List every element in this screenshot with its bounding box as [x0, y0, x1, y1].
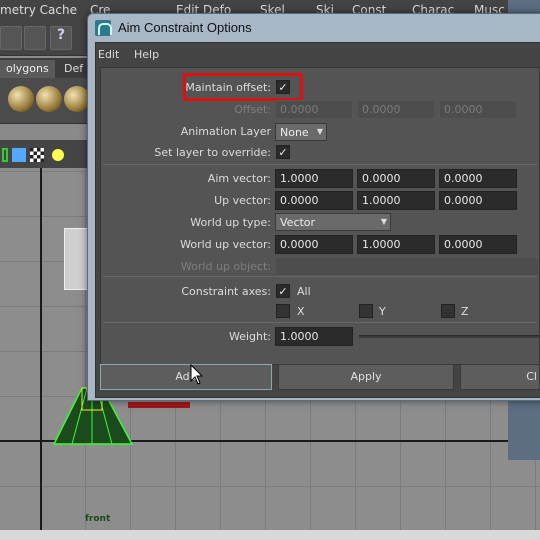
world-up-vector-label: World up vector: [180, 238, 271, 251]
taskbar-strip [0, 530, 540, 540]
maya-app-icon [95, 20, 112, 36]
menu-edit[interactable]: Edit [98, 48, 119, 61]
help-icon[interactable]: ? [50, 26, 72, 50]
chevron-down-icon: ▼ [380, 217, 387, 226]
divider [103, 276, 537, 277]
world-up-vector-x-field[interactable]: 0.0000 [275, 235, 353, 254]
aim-arrow [128, 402, 190, 408]
divider [103, 322, 537, 323]
up-vector-label: Up vector: [214, 194, 271, 207]
divider [103, 164, 537, 165]
set-layer-checkbox[interactable]: ✓ [276, 145, 290, 159]
dialog-titlebar[interactable]: Aim Constraint Options [88, 14, 540, 42]
up-vector-z-field[interactable]: 0.0000 [439, 191, 517, 210]
checker-icon[interactable] [30, 148, 44, 162]
axis-x-checkbox[interactable] [276, 304, 290, 318]
wireframe-icon[interactable] [2, 148, 8, 162]
close-button[interactable]: Cl [460, 364, 540, 390]
viewport-axis-vertical [40, 168, 42, 540]
axis-z-checkbox[interactable] [441, 304, 455, 318]
chevron-down-icon: ▼ [316, 127, 323, 136]
world-up-vector-z-field[interactable]: 0.0000 [439, 235, 517, 254]
offset-x-field[interactable]: 0.0000 [275, 100, 353, 119]
aim-vector-label: Aim vector: [207, 172, 271, 185]
world-up-type-label: World up type: [190, 216, 271, 229]
offset-y-field[interactable]: 0.0000 [357, 100, 435, 119]
axis-x-label: X [297, 305, 305, 318]
animation-layer-label: Animation Layer [180, 125, 271, 138]
world-up-vector-y-field[interactable]: 1.0000 [357, 235, 435, 254]
sphere-icon[interactable] [36, 86, 62, 112]
axis-y-label: Y [379, 305, 386, 318]
aim-constraint-dialog: Aim Constraint Options Edit Help Maintai… [87, 13, 540, 401]
world-up-type-dropdown[interactable]: Vector ▼ [275, 213, 391, 231]
axes-all-checkbox[interactable]: ✓ [276, 284, 290, 298]
offset-z-field[interactable]: 0.0000 [439, 100, 517, 119]
menu-geometry-cache[interactable]: metry Cache [0, 3, 77, 17]
dialog-title: Aim Constraint Options [118, 20, 252, 35]
menu-help[interactable]: Help [134, 48, 159, 61]
options-form: Maintain offset: ✓ Offset: 0.0000 0.0000… [100, 67, 540, 365]
up-vector-y-field[interactable]: 1.0000 [357, 191, 435, 210]
up-vector-x-field[interactable]: 0.0000 [275, 191, 353, 210]
mouse-cursor-icon [190, 364, 204, 385]
world-up-type-value: Vector [280, 216, 316, 229]
light-icon[interactable] [52, 149, 64, 161]
cube-icon[interactable] [12, 148, 26, 162]
weight-label: Weight: [228, 330, 271, 343]
paint-icon[interactable] [24, 26, 46, 50]
aim-vector-y-field[interactable]: 0.0000 [357, 169, 435, 188]
highlight-annotation [183, 73, 303, 101]
world-up-object-field[interactable] [275, 257, 539, 276]
set-layer-label: Set layer to override: [154, 146, 271, 159]
tab-polygons[interactable]: olygons [0, 60, 55, 78]
axis-y-checkbox[interactable] [359, 304, 373, 318]
add-button[interactable]: Add [100, 364, 272, 390]
aim-vector-x-field[interactable]: 1.0000 [275, 169, 353, 188]
apply-button[interactable]: Apply [278, 364, 454, 390]
dots-icon[interactable] [0, 26, 22, 50]
axes-all-label: All [297, 285, 311, 298]
animation-layer-value: None [280, 126, 309, 139]
dialog-menubar: Edit Help [96, 43, 540, 67]
animation-layer-dropdown[interactable]: None ▼ [275, 123, 327, 141]
offset-label: Offset: [234, 103, 271, 116]
weight-field[interactable]: 1.0000 [275, 327, 353, 346]
constraint-axes-label: Constraint axes: [181, 285, 271, 298]
world-up-object-label: World up object: [180, 260, 271, 273]
aim-vector-z-field[interactable]: 0.0000 [439, 169, 517, 188]
axis-z-label: Z [461, 305, 469, 318]
sphere-icon[interactable] [8, 86, 34, 112]
tab-deformation[interactable]: Def [58, 60, 89, 78]
weight-slider[interactable] [359, 335, 539, 338]
dialog-body: Edit Help Maintain offset: ✓ Offset: 0.0… [95, 42, 540, 398]
viewport-label: front [85, 514, 111, 524]
